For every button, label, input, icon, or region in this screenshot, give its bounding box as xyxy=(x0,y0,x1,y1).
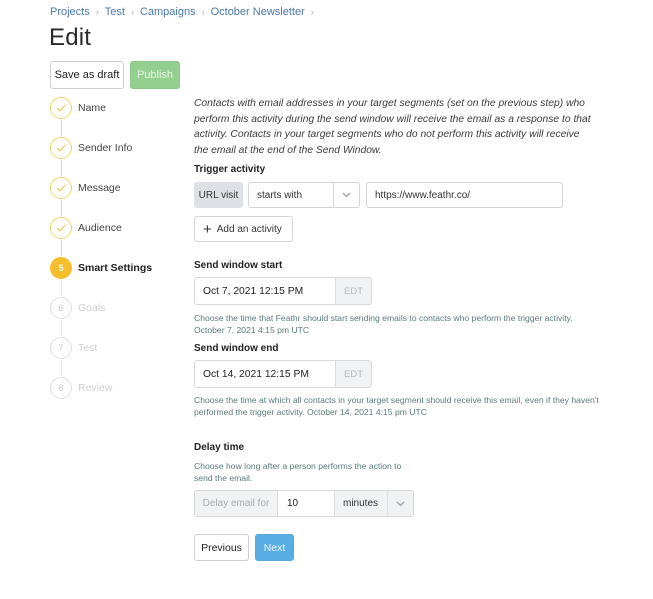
check-icon xyxy=(50,217,72,239)
operator-value: starts with xyxy=(257,189,303,201)
activity-type-badge: URL visit xyxy=(194,182,243,208)
step-message[interactable]: Message xyxy=(50,176,121,200)
step-number: 7 xyxy=(50,337,72,359)
breadcrumb-separator: › xyxy=(310,7,314,17)
delay-unit-select[interactable]: minutes xyxy=(334,491,387,516)
step-label: Test xyxy=(78,342,98,354)
step-connector xyxy=(61,120,62,136)
step-number: 8 xyxy=(50,377,72,399)
step-connector xyxy=(61,360,62,376)
breadcrumb-october-newsletter[interactable]: October Newsletter xyxy=(211,6,305,18)
step-label: Message xyxy=(78,182,121,194)
step-sender-info[interactable]: Sender Info xyxy=(50,136,132,160)
step-number: 6 xyxy=(50,297,72,319)
step-connector xyxy=(61,320,62,336)
delay-amount-input[interactable]: 10 xyxy=(278,491,334,516)
step-audience[interactable]: Audience xyxy=(50,216,122,240)
publish-button[interactable]: Publish xyxy=(130,61,180,89)
breadcrumb-campaigns[interactable]: Campaigns xyxy=(140,6,196,18)
delay-field: Delay email for 10 minutes xyxy=(194,490,414,517)
save-as-draft-button[interactable]: Save as draft xyxy=(50,61,124,89)
send-window-start-help: Choose the time that Feathr should start… xyxy=(194,312,604,336)
step-connector xyxy=(61,200,62,216)
operator-select[interactable]: starts with xyxy=(248,182,360,208)
step-number: 5 xyxy=(50,257,72,279)
step-label: Review xyxy=(78,382,113,394)
check-icon xyxy=(50,97,72,119)
step-connector xyxy=(61,160,62,176)
timezone-addon: EDT xyxy=(335,361,371,387)
utc-time: October 14, 2021 4:15 pm UTC xyxy=(307,407,427,417)
step-goals[interactable]: 6 Goals xyxy=(50,296,105,320)
breadcrumb-test[interactable]: Test xyxy=(105,6,125,18)
url-input[interactable]: https://www.feathr.co/ xyxy=(366,182,563,208)
previous-button[interactable]: Previous xyxy=(194,534,249,561)
chevron-down-icon[interactable] xyxy=(387,491,413,516)
step-label: Audience xyxy=(78,222,122,234)
step-connector xyxy=(61,280,62,296)
check-icon xyxy=(50,137,72,159)
page-title: Edit xyxy=(49,24,92,51)
add-activity-label: Add an activity xyxy=(216,223,282,235)
step-connector xyxy=(61,240,62,256)
plus-icon: + xyxy=(203,220,212,238)
step-label: Smart Settings xyxy=(78,262,153,274)
intro-text: Contacts with email addresses in your ta… xyxy=(194,98,591,156)
send-window-end-field[interactable]: Oct 14, 2021 12:15 PM EDT xyxy=(194,360,372,388)
trigger-activity-label: Trigger activity xyxy=(194,164,266,175)
send-window-end-input[interactable]: Oct 14, 2021 12:15 PM xyxy=(195,361,335,387)
add-activity-button[interactable]: + Add an activity xyxy=(194,216,293,242)
chevron-down-icon xyxy=(333,183,359,207)
send-window-end-label: Send window end xyxy=(194,343,279,354)
send-window-start-label: Send window start xyxy=(194,260,283,271)
step-test[interactable]: 7 Test xyxy=(50,336,97,360)
step-label: Sender Info xyxy=(78,142,133,154)
breadcrumb-projects[interactable]: Projects xyxy=(50,6,90,18)
timezone-addon: EDT xyxy=(335,278,371,304)
check-icon xyxy=(50,177,72,199)
next-button[interactable]: Next xyxy=(255,534,294,561)
delay-time-label: Delay time xyxy=(194,442,245,453)
breadcrumb: Projects › Test › Campaigns › October Ne… xyxy=(50,6,320,18)
send-window-start-field[interactable]: Oct 7, 2021 12:15 PM EDT xyxy=(194,277,372,305)
send-window-end-help: Choose the time at which all contacts in… xyxy=(194,394,604,418)
help-text: Choose the time that Feathr should start… xyxy=(194,313,573,323)
step-name[interactable]: Name xyxy=(50,96,106,120)
breadcrumb-separator: › xyxy=(201,7,205,17)
step-review[interactable]: 8 Review xyxy=(50,376,112,400)
utc-time: October 7, 2021 4:15 pm UTC xyxy=(194,325,310,335)
breadcrumb-separator: › xyxy=(130,7,134,17)
delay-time-help: Choose how long after a person performs … xyxy=(194,461,402,483)
send-window-start-input[interactable]: Oct 7, 2021 12:15 PM xyxy=(195,278,335,304)
step-label: Name xyxy=(78,102,107,114)
step-smart-settings[interactable]: 5 Smart Settings xyxy=(50,256,152,280)
delay-prefix: Delay email for xyxy=(195,491,278,516)
step-label: Goals xyxy=(78,302,106,314)
breadcrumb-separator: › xyxy=(95,7,99,17)
